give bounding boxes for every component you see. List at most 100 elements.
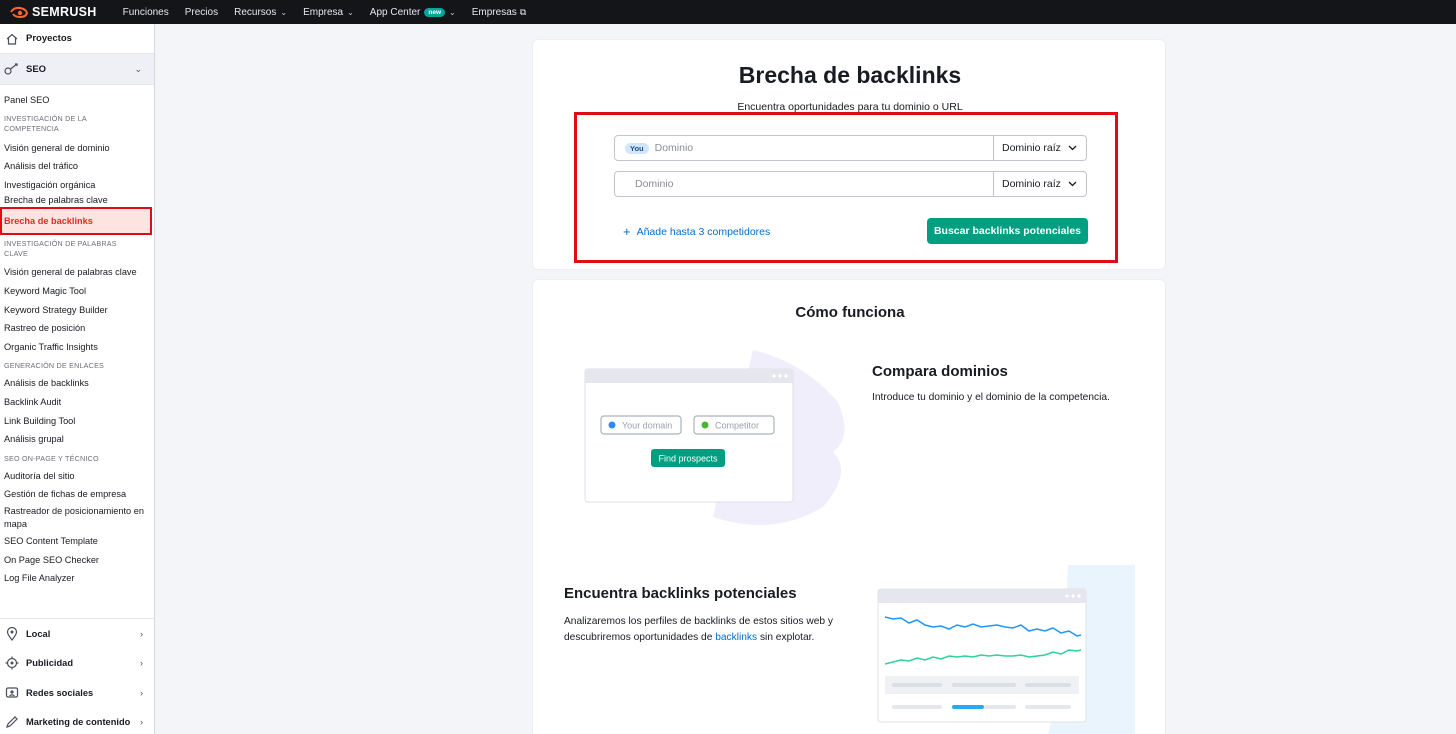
nav-funciones[interactable]: Funciones [123, 7, 169, 18]
step2-text: Analizaremos los perfiles de backlinks d… [564, 614, 834, 645]
sidebar-item[interactable]: Link Building Tool [0, 412, 154, 431]
compare-domains-illustration: Your domain Competitor Find prospects [584, 350, 845, 525]
chevron-down-icon: ⌄ [347, 7, 354, 17]
domain-input-row-you: You Dominio Dominio raíz [614, 135, 1087, 161]
sidebar-group-label: Redes sociales [26, 687, 94, 698]
backlinks-chart-illustration [877, 565, 1135, 734]
chevron-down-icon [1068, 181, 1077, 187]
plus-icon: + [623, 224, 631, 239]
sidebar-item[interactable]: SEO Content Template [0, 532, 154, 551]
nav-precios[interactable]: Precios [185, 7, 218, 18]
sidebar-section-title: GENERACIÓN DE ENLACES [4, 361, 105, 371]
semrush-logo[interactable]: SEMRUSH [10, 5, 97, 19]
home-icon [4, 31, 20, 47]
sidebar-item[interactable]: Keyword Magic Tool [0, 282, 154, 301]
domain-type-select[interactable]: Dominio raíz [994, 172, 1086, 196]
page-title: Brecha de backlinks [738, 62, 962, 88]
sidebar-item[interactable]: Análisis de backlinks [0, 374, 154, 393]
sidebar-item-projects[interactable]: Proyectos [0, 24, 154, 54]
sidebar-item[interactable]: Gestión de fichas de empresa [0, 485, 154, 504]
sidebar-item[interactable]: Análisis grupal [0, 430, 154, 449]
how-it-works-card: Cómo funciona Your domain Competitor Fin… [532, 279, 1166, 734]
step1-text: Introduce tu dominio y el dominio de la … [872, 392, 1110, 403]
illustration-window-bar [585, 369, 793, 383]
top-navigation-bar: SEMRUSH Funciones Precios Recursos ⌄ Empr… [0, 0, 1456, 24]
domain-input-row-competitor: Dominio Dominio raíz [614, 171, 1087, 197]
sidebar-item[interactable]: Rastreo de posición [0, 319, 154, 338]
nav-recursos[interactable]: Recursos ⌄ [234, 7, 287, 18]
nav-empresa[interactable]: Empresa ⌄ [303, 7, 354, 18]
illustration-find-label: Find prospects [658, 454, 718, 464]
nav-label: Empresa [303, 6, 344, 18]
form-highlight-box: You Dominio Dominio raíz Dominio Dominio… [574, 112, 1118, 263]
sidebar-item-panel-seo[interactable]: Panel SEO [0, 91, 154, 110]
nav-label: Empresas [471, 6, 517, 18]
backlink-gap-form-card: Brecha de backlinks Encuentra oportunida… [532, 39, 1166, 270]
input-placeholder: Dominio [635, 178, 674, 190]
sidebar-section-title: SEO ON-PAGE Y TÉCNICO [4, 453, 99, 463]
sidebar-item[interactable]: Visión general de palabras clave [0, 263, 154, 282]
illustration-competitor-label: Competitor [715, 421, 759, 431]
step1-title: Compara dominios [872, 363, 1008, 380]
chevron-down-icon: ⌄ [449, 7, 456, 17]
target-icon [4, 655, 20, 671]
location-pin-icon [4, 626, 20, 642]
illustration-window-bar [878, 589, 1086, 603]
illustration-window [584, 368, 794, 503]
sidebar-item[interactable]: On Page SEO Checker [0, 551, 154, 570]
sidebar-item[interactable]: Análisis del tráfico [0, 157, 154, 176]
sidebar-group-label: Marketing de contenido [26, 717, 131, 728]
backlinks-link[interactable]: backlinks [715, 632, 757, 643]
step2-title: Encuentra backlinks potenciales [564, 585, 797, 602]
sidebar-item-label: Proyectos [26, 33, 72, 44]
sidebar-item[interactable]: Organic Traffic Insights [0, 338, 154, 357]
sidebar-group-publicidad[interactable]: Publicidad › [0, 649, 154, 679]
your-domain-input[interactable]: You Dominio [615, 136, 994, 160]
external-link-icon: ⧉ [519, 6, 527, 17]
pen-icon [4, 714, 20, 730]
sidebar-item[interactable]: Backlink Audit [0, 393, 154, 412]
search-backlinks-button[interactable]: Buscar backlinks potenciales [927, 218, 1088, 244]
add-competitors-button[interactable]: + Añade hasta 3 competidores [623, 224, 770, 239]
chevron-right-icon: › [140, 717, 143, 728]
domain-type-select[interactable]: Dominio raíz [994, 136, 1086, 160]
sidebar-group-local[interactable]: Local › [0, 619, 154, 649]
new-badge: new [424, 7, 446, 17]
sidebar: Proyectos SEO ⌄ Panel SEO INVESTIGACIÓN … [0, 24, 155, 734]
nav-label: App Center [369, 6, 421, 18]
sidebar-item[interactable]: Keyword Strategy Builder [0, 301, 154, 320]
nav-label: Precios [184, 6, 219, 18]
sidebar-section-title: INVESTIGACIÓN DE LA COMPETENCIA [4, 113, 87, 133]
sidebar-item[interactable]: Auditoría del sitio [0, 467, 154, 486]
select-value: Dominio raíz [1002, 142, 1061, 154]
chevron-down-icon: ⌄ [280, 7, 288, 17]
input-placeholder: Dominio [654, 142, 694, 154]
chevron-right-icon: › [140, 658, 143, 669]
sidebar-group-label: SEO [26, 63, 47, 75]
sidebar-item[interactable]: Log File Analyzer [0, 569, 154, 588]
sidebar-group-label: Local [26, 628, 51, 639]
nav-label: Recursos [234, 6, 277, 18]
chevron-right-icon: › [140, 687, 143, 698]
sidebar-item[interactable]: Rastreador de posicionamiento en mapa [0, 504, 150, 532]
chevron-right-icon: › [140, 628, 143, 639]
add-competitors-label: Añade hasta 3 competidores [636, 225, 771, 238]
chevron-down-icon: ⌄ [134, 63, 142, 74]
select-value: Dominio raíz [1002, 178, 1061, 190]
sidebar-item[interactable]: Brecha de palabras clave [0, 194, 154, 207]
sidebar-group-seo[interactable]: SEO ⌄ [0, 54, 154, 85]
sidebar-item[interactable]: Investigación orgánica [0, 176, 154, 195]
sidebar-section-title: INVESTIGACIÓN DE PALABRAS CLAVE [4, 239, 117, 259]
seo-icon [4, 61, 20, 77]
sidebar-group-redes-sociales[interactable]: Redes sociales › [0, 678, 154, 708]
nav-app-center[interactable]: App Center new ⌄ [370, 7, 456, 18]
nav-label: Funciones [122, 6, 169, 18]
sidebar-item-active[interactable]: Brecha de backlinks [0, 207, 152, 236]
how-it-works-title: Cómo funciona [795, 304, 905, 321]
nav-empresas[interactable]: Empresas ⧉ [472, 7, 526, 18]
step2-text-part: sin explotar. [757, 631, 815, 643]
illustration-your-domain-label: Your domain [622, 421, 672, 431]
competitor-domain-input[interactable]: Dominio [615, 172, 994, 196]
sidebar-group-marketing-contenido[interactable]: Marketing de contenido › [0, 708, 154, 734]
sidebar-item[interactable]: Visión general de dominio [0, 139, 154, 158]
